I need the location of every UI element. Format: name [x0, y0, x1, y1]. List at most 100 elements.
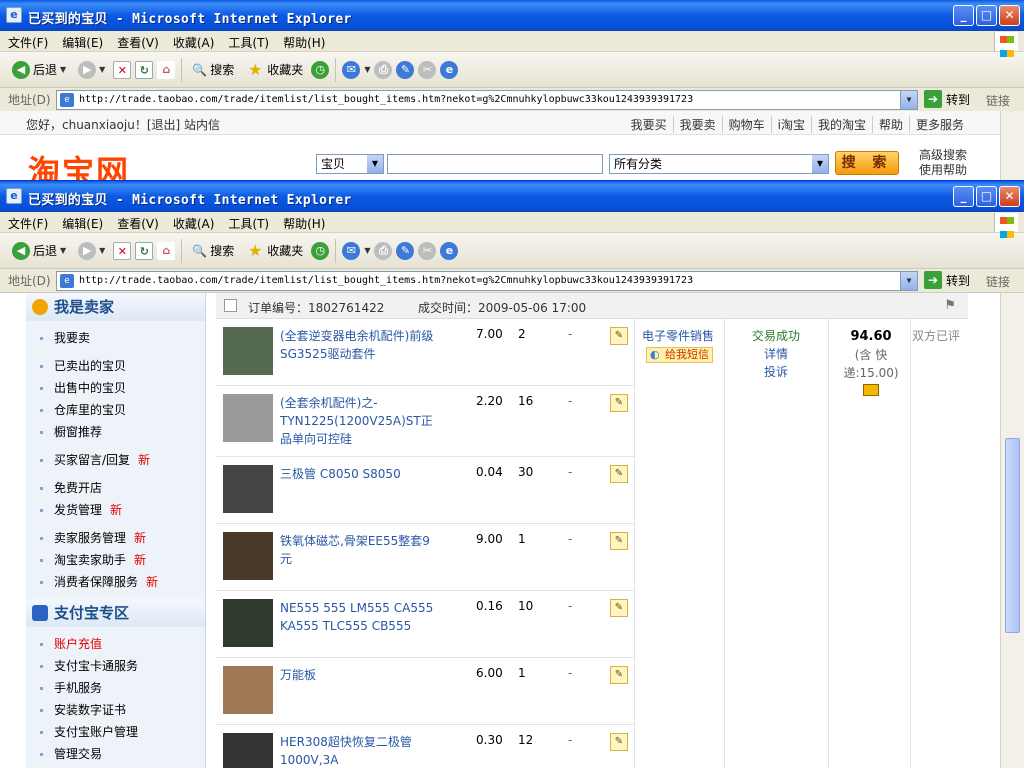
refresh-icon[interactable]: ↻: [135, 60, 154, 79]
stop-icon[interactable]: ✕: [113, 241, 132, 260]
advanced-search-link[interactable]: 高级搜索: [919, 148, 967, 163]
dropdown-icon[interactable]: ▼: [99, 246, 105, 255]
product-name-link[interactable]: NE555 555 LM555 CA555 KA555 TLC555 CB555: [280, 599, 440, 635]
links-label[interactable]: 链接: [986, 273, 1010, 290]
all-categories-select[interactable]: 所有分类 ▼: [609, 154, 829, 174]
edit-note-icon[interactable]: ✎: [610, 465, 628, 483]
edit-page-icon[interactable]: ✎: [396, 241, 415, 260]
details-link[interactable]: 详情: [746, 345, 806, 363]
dropdown-icon[interactable]: ▼: [99, 65, 105, 74]
title-bar[interactable]: e 已买到的宝贝 - Microsoft Internet Explorer _…: [0, 0, 1024, 31]
dropdown-icon[interactable]: ▼: [364, 246, 370, 255]
product-thumbnail[interactable]: [223, 394, 273, 442]
minimize-button[interactable]: _: [953, 186, 974, 207]
search-submit-button[interactable]: 搜 索: [835, 151, 899, 175]
links-label[interactable]: 链接: [986, 92, 1010, 109]
sidebar-item-mobile[interactable]: 手机服务: [26, 677, 205, 699]
messenger-icon[interactable]: e: [440, 241, 459, 260]
search-button[interactable]: 🔍 搜索: [188, 61, 238, 78]
product-name-link[interactable]: 铁氧体磁芯,骨架EE55整套9元: [280, 532, 440, 568]
send-message-button[interactable]: 给我短信: [646, 347, 713, 363]
product-thumbnail[interactable]: [223, 465, 273, 513]
search-help-link[interactable]: 使用帮助: [919, 163, 967, 178]
edit-note-icon[interactable]: ✎: [610, 532, 628, 550]
sidebar-item-sold[interactable]: 已卖出的宝贝: [26, 355, 205, 377]
history-icon[interactable]: ◷: [311, 60, 330, 79]
menu-tools[interactable]: 工具(T): [220, 31, 275, 51]
history-icon[interactable]: ◷: [311, 241, 330, 260]
menu-view[interactable]: 查看(V): [109, 31, 165, 51]
nav-cart[interactable]: 购物车: [721, 116, 771, 133]
discuss-icon[interactable]: ✂: [418, 241, 437, 260]
close-button[interactable]: ✕: [999, 186, 1020, 207]
vertical-scrollbar[interactable]: [1000, 111, 1024, 180]
menu-tools[interactable]: 工具(T): [220, 212, 275, 232]
address-input[interactable]: e http://trade.taobao.com/trade/itemlist…: [56, 271, 918, 291]
messenger-icon[interactable]: e: [440, 60, 459, 79]
delivery-truck-icon[interactable]: [863, 384, 879, 396]
home-icon[interactable]: ⌂: [157, 60, 176, 79]
product-name-link[interactable]: 万能板: [280, 666, 440, 684]
sidebar-item-consumer-protection[interactable]: 消费者保障服务新: [26, 571, 205, 593]
product-name-link[interactable]: (全套余机配件)之-TYN1225(1200V25A)ST正品单向可控硅: [280, 394, 440, 448]
sidebar-item-buyer-messages[interactable]: 买家留言/回复新: [26, 449, 205, 471]
scrollbar-thumb[interactable]: [1005, 438, 1020, 633]
menu-edit[interactable]: 编辑(E): [54, 212, 109, 232]
discuss-icon[interactable]: ✂: [418, 60, 437, 79]
sidebar-item-sell[interactable]: 我要卖: [26, 327, 205, 349]
stop-icon[interactable]: ✕: [113, 60, 132, 79]
product-name-link[interactable]: (全套逆变器电余机配件)前级SG3525驱动套件: [280, 327, 440, 363]
go-button[interactable]: ➔ 转到: [924, 271, 970, 289]
sidebar-item-certificate[interactable]: 安装数字证书: [26, 699, 205, 721]
address-input[interactable]: e http://trade.taobao.com/trade/itemlist…: [56, 90, 918, 110]
forward-button[interactable]: ▶ ▼: [74, 241, 109, 260]
go-button[interactable]: ➔ 转到: [924, 90, 970, 108]
sidebar-item-shipping[interactable]: 发货管理新: [26, 499, 205, 521]
mail-icon[interactable]: ✉: [342, 241, 361, 260]
edit-note-icon[interactable]: ✎: [610, 599, 628, 617]
nav-more-services[interactable]: 更多服务: [908, 116, 970, 133]
dropdown-icon[interactable]: ▼: [60, 65, 66, 74]
sidebar-item-alipay-account[interactable]: 支付宝账户管理: [26, 721, 205, 743]
sidebar-item-seller-assistant[interactable]: 淘宝卖家助手新: [26, 549, 205, 571]
product-thumbnail[interactable]: [223, 666, 273, 714]
address-dropdown-icon[interactable]: ▼: [900, 272, 917, 290]
back-button[interactable]: ◀ 后退 ▼: [8, 60, 70, 79]
edit-note-icon[interactable]: ✎: [610, 666, 628, 684]
print-icon[interactable]: ⎙: [374, 60, 393, 79]
product-thumbnail[interactable]: [223, 532, 273, 580]
sidebar-item-manage-trades[interactable]: 管理交易: [26, 743, 205, 765]
back-button[interactable]: ◀ 后退 ▼: [8, 241, 70, 260]
edit-note-icon[interactable]: ✎: [610, 327, 628, 345]
refresh-icon[interactable]: ↻: [135, 241, 154, 260]
sidebar-item-seller-services[interactable]: 卖家服务管理新: [26, 527, 205, 549]
dropdown-icon[interactable]: ▼: [60, 246, 66, 255]
flag-icon[interactable]: ⚑: [944, 298, 956, 313]
sidebar-item-showcase[interactable]: 橱窗推荐: [26, 421, 205, 443]
product-thumbnail[interactable]: [223, 327, 273, 375]
sidebar-item-recharge[interactable]: 账户充值: [26, 633, 205, 655]
title-bar[interactable]: e 已买到的宝贝 - Microsoft Internet Explorer _…: [0, 181, 1024, 212]
nav-sell[interactable]: 我要卖: [672, 116, 722, 133]
menu-file[interactable]: 文件(F): [0, 31, 54, 51]
minimize-button[interactable]: _: [953, 5, 974, 26]
favorites-button[interactable]: ★ 收藏夹: [242, 60, 307, 79]
menu-edit[interactable]: 编辑(E): [54, 31, 109, 51]
product-thumbnail[interactable]: [223, 733, 273, 768]
product-name-link[interactable]: HER308超快恢复二极管1000V,3A: [280, 733, 440, 768]
mail-icon[interactable]: ✉: [342, 60, 361, 79]
user-greeting[interactable]: 您好，chuanxiaoju！[退出] 站内信: [26, 116, 220, 133]
maximize-button[interactable]: □: [976, 5, 997, 26]
menu-file[interactable]: 文件(F): [0, 212, 54, 232]
search-input[interactable]: [387, 154, 603, 174]
sidebar-item-alipay-card[interactable]: 支付宝卡通服务: [26, 655, 205, 677]
home-icon[interactable]: ⌂: [157, 241, 176, 260]
edit-note-icon[interactable]: ✎: [610, 394, 628, 412]
nav-help[interactable]: 帮助: [871, 116, 909, 133]
sidebar-item-free-shop[interactable]: 免费开店: [26, 477, 205, 499]
maximize-button[interactable]: □: [976, 186, 997, 207]
menu-view[interactable]: 查看(V): [109, 212, 165, 232]
nav-buy[interactable]: 我要买: [625, 116, 673, 133]
address-dropdown-icon[interactable]: ▼: [900, 91, 917, 109]
category-select[interactable]: 宝贝 ▼: [316, 154, 384, 174]
